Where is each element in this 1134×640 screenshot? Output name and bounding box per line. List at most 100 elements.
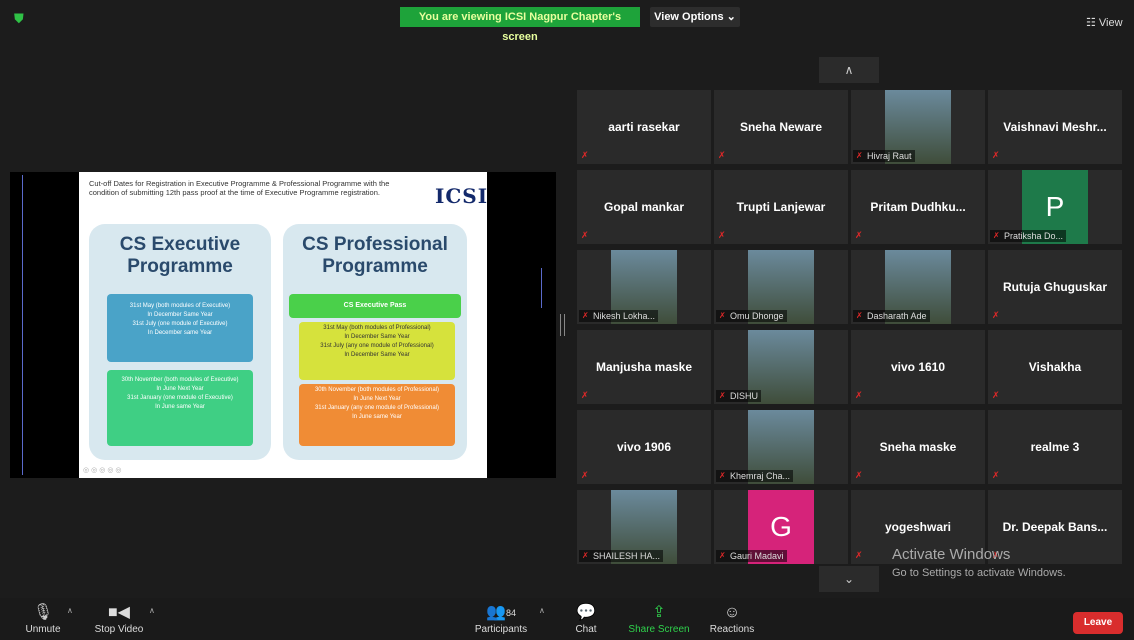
participant-tile[interactable]: Vaishnavi Meshr... ✗ <box>988 90 1122 164</box>
muted-mic-icon: ✗ <box>719 551 726 560</box>
participant-tile[interactable]: Vishakha ✗ <box>988 330 1122 404</box>
muted-mic-icon: ✗ <box>992 150 1000 160</box>
unmute-button[interactable]: 🎙 Unmute <box>20 602 66 635</box>
participant-tile[interactable]: ✗ Omu Dhonge <box>714 250 848 324</box>
participant-name: realme 3 <box>1030 440 1080 454</box>
participant-tile[interactable]: Rutuja Ghuguskar ✗ <box>988 250 1122 324</box>
muted-mic-icon: ✗ <box>581 390 589 400</box>
muted-mic-icon: ✗ <box>856 151 863 160</box>
annotation-line <box>541 268 542 308</box>
participant-label: ✗ DISHU <box>716 390 762 402</box>
participant-tile[interactable]: Sneha Neware ✗ <box>714 90 848 164</box>
icsi-logo: ICSI <box>435 184 487 208</box>
participant-tile[interactable]: ✗ Dasharath Ade <box>851 250 985 324</box>
muted-mic-icon: ✗ <box>582 551 589 560</box>
participant-name: Khemraj Cha... <box>730 471 791 481</box>
participant-name: Manjusha maske <box>595 360 693 374</box>
participant-tile[interactable]: ✗ DISHU <box>714 330 848 404</box>
participant-tile[interactable]: vivo 1610 ✗ <box>851 330 985 404</box>
windows-activation-watermark: Activate Windows Go to Settings to activ… <box>892 546 1066 579</box>
muted-mic-icon: ✗ <box>992 310 1000 320</box>
participant-name: Vishakha <box>1028 360 1082 374</box>
share-screen-button[interactable]: ⇪ Share Screen <box>626 602 692 635</box>
view-options-button[interactable]: View Options ⌄ <box>650 7 740 27</box>
participant-tile[interactable]: aarti rasekar ✗ <box>577 90 711 164</box>
participant-name: vivo 1610 <box>890 360 946 374</box>
video-options-caret[interactable]: ∧ <box>149 606 155 615</box>
scroll-up-button[interactable]: ∧ <box>819 57 879 83</box>
participant-label: ✗ SHAILESH HA... <box>579 550 664 562</box>
muted-mic-icon: ✗ <box>856 311 863 320</box>
share-screen-icon: ⇪ <box>652 604 666 621</box>
muted-mic-icon: ✗ <box>855 230 863 240</box>
participant-tile[interactable]: Sneha maske ✗ <box>851 410 985 484</box>
participants-options-caret[interactable]: ∧ <box>539 606 545 615</box>
muted-mic-icon: ✗ <box>718 230 726 240</box>
participant-label: ✗ Omu Dhonge <box>716 310 787 322</box>
muted-mic-icon: ✗ <box>855 550 863 560</box>
share-screen-label: Share Screen <box>628 624 690 635</box>
view-button[interactable]: ☷ View <box>1086 16 1123 29</box>
participant-tile[interactable]: G ✗ Gauri Madavi <box>714 490 848 564</box>
watermark-subtitle: Go to Settings to activate Windows. <box>892 567 1066 579</box>
participant-name: Hivraj Raut <box>867 151 912 161</box>
muted-mic-icon: ✗ <box>581 230 589 240</box>
avatar-initial: P <box>1045 191 1065 222</box>
video-camera-icon: ■◀ <box>108 604 130 621</box>
participant-tile[interactable]: ✗ Nikesh Lokha... <box>577 250 711 324</box>
prof-heading-2: Programme <box>322 256 428 277</box>
participant-name: Gauri Madavi <box>730 551 784 561</box>
prof-dates-box-1: 31st May (both modules of Professional) … <box>299 322 455 380</box>
participant-tile[interactable]: ✗ SHAILESH HA... <box>577 490 711 564</box>
participant-tile[interactable]: Gopal mankar ✗ <box>577 170 711 244</box>
muted-mic-icon: 🎙 <box>32 604 54 621</box>
top-bar: ⛊ You are viewing ICSI Nagpur Chapter's … <box>0 0 1134 43</box>
audio-options-caret[interactable]: ∧ <box>67 606 73 615</box>
participant-tile[interactable]: Manjusha maske ✗ <box>577 330 711 404</box>
muted-mic-icon: ✗ <box>993 231 1000 240</box>
exec-dates-box-1: 31st May (both modules of Executive) In … <box>107 294 253 362</box>
shield-icon[interactable]: ⛊ <box>14 12 28 26</box>
split-handle[interactable] <box>560 314 565 336</box>
stop-video-button[interactable]: ■◀ Stop Video <box>88 602 150 635</box>
exec-dates-box-2: 30th November (both modules of Executive… <box>107 370 253 446</box>
participant-tile[interactable]: ✗ Hivraj Raut <box>851 90 985 164</box>
exec-heading: CS Executive <box>119 234 241 255</box>
participant-tile[interactable]: Trupti Lanjewar ✗ <box>714 170 848 244</box>
participant-label: ✗ Pratiksha Do... <box>990 230 1067 242</box>
prof-dates-box-2: 30th November (both modules of Professio… <box>299 384 455 446</box>
participants-button[interactable]: 👥84 Participants <box>470 602 532 635</box>
slide-controls[interactable]: ◎◎◎◎◎ <box>83 466 124 474</box>
participant-name: Nikesh Lokha... <box>593 311 656 321</box>
exec-heading-2: Programme <box>127 256 233 277</box>
participant-tile[interactable]: ✗ Khemraj Cha... <box>714 410 848 484</box>
chat-icon: 💬 <box>576 604 596 621</box>
participant-name: SHAILESH HA... <box>593 551 661 561</box>
muted-mic-icon: ✗ <box>581 470 589 480</box>
participant-tile[interactable]: vivo 1906 ✗ <box>577 410 711 484</box>
participant-name: DISHU <box>730 391 759 401</box>
meeting-toolbar: 🎙 Unmute ∧ ■◀ Stop Video ∧ 👥84 Participa… <box>0 598 1134 640</box>
participant-name: Dasharath Ade <box>867 311 927 321</box>
muted-mic-icon: ✗ <box>718 150 726 160</box>
chat-label: Chat <box>575 624 597 635</box>
participant-tile[interactable]: P ✗ Pratiksha Do... <box>988 170 1122 244</box>
participant-name: Pratiksha Do... <box>1004 231 1064 241</box>
participant-name: Omu Dhonge <box>730 311 784 321</box>
leave-button[interactable]: Leave <box>1073 612 1123 634</box>
muted-mic-icon: ✗ <box>581 150 589 160</box>
scroll-down-button[interactable]: ⌄ <box>819 566 879 592</box>
professional-column: CS Professional Programme CS Executive P… <box>283 224 467 460</box>
muted-mic-icon: ✗ <box>719 391 726 400</box>
muted-mic-icon: ✗ <box>992 390 1000 400</box>
reactions-label: Reactions <box>709 624 755 635</box>
participant-label: ✗ Khemraj Cha... <box>716 470 794 482</box>
participant-tile[interactable]: realme 3 ✗ <box>988 410 1122 484</box>
annotation-line <box>22 175 23 475</box>
reactions-button[interactable]: ☺ Reactions <box>706 602 758 635</box>
participant-label: ✗ Gauri Madavi <box>716 550 787 562</box>
participants-count: 84 <box>505 608 516 618</box>
chat-button[interactable]: 💬 Chat <box>568 602 604 635</box>
executive-column: CS Executive Programme 31st May (both mo… <box>89 224 271 460</box>
participant-tile[interactable]: Pritam Dudhku... ✗ <box>851 170 985 244</box>
